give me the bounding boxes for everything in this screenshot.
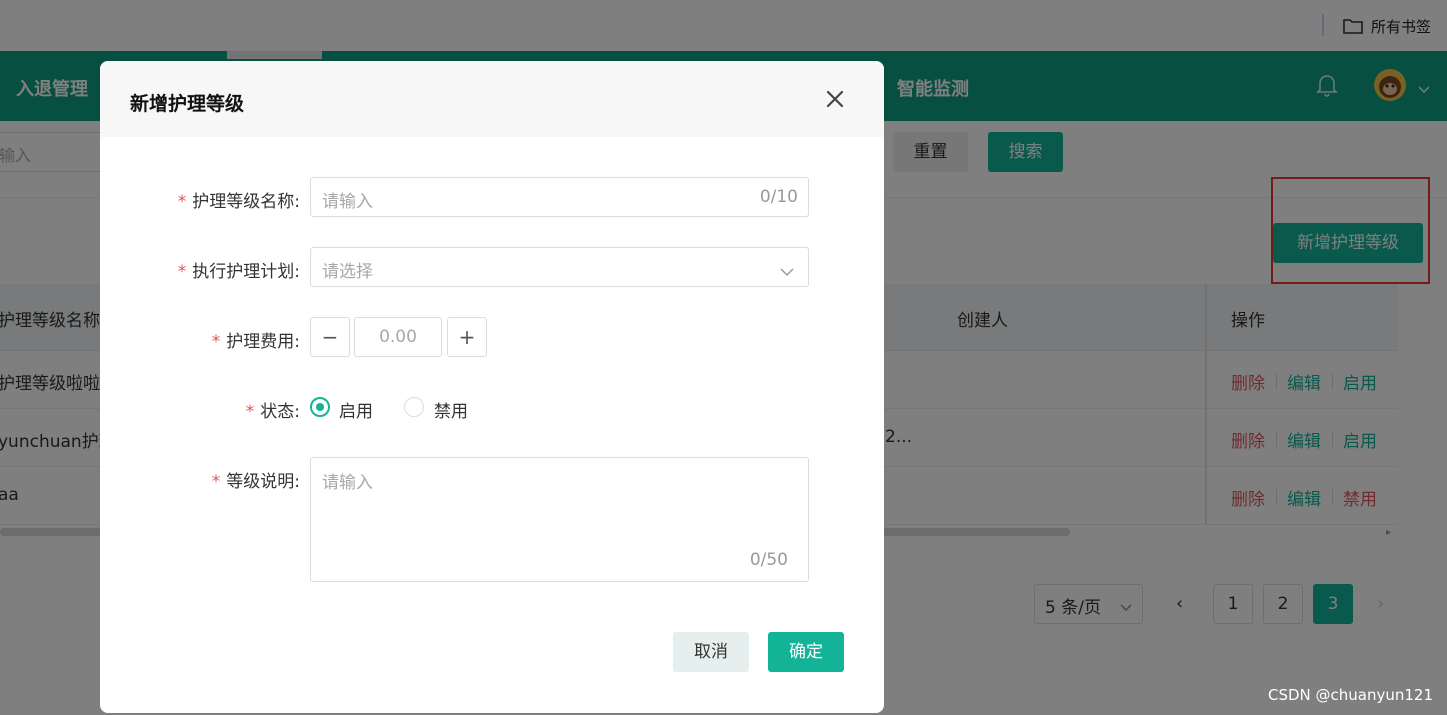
level-description-label: * 等级说明: <box>211 472 300 492</box>
watermark: CSDN @chuanyun121 <box>1268 686 1434 704</box>
level-name-label: * 护理等级名称: <box>177 192 300 212</box>
cancel-button[interactable]: 取消 <box>673 632 749 672</box>
level-name-input[interactable]: 请输入 0/10 <box>310 177 809 217</box>
status-enable-radio[interactable] <box>310 397 330 417</box>
level-description-placeholder: 请输入 <box>322 473 373 493</box>
nursing-plan-placeholder: 请选择 <box>322 262 373 282</box>
status-enable-label[interactable]: 启用 <box>339 397 373 422</box>
fee-input[interactable]: 0.00 <box>354 317 442 357</box>
confirm-button[interactable]: 确定 <box>768 632 844 672</box>
level-name-placeholder: 请输入 <box>322 192 373 212</box>
add-nursing-level-dialog: 新增护理等级 * 护理等级名称: 请输入 0/10 * 执行护理计划: 请选择 * 护… <box>100 61 884 713</box>
status-disable-radio[interactable] <box>404 397 424 417</box>
level-description-counter: 0/50 <box>749 550 788 570</box>
fee-decrement-button[interactable]: − <box>310 317 350 357</box>
nursing-plan-select[interactable]: 请选择 <box>310 247 809 287</box>
status-disable-label[interactable]: 禁用 <box>434 397 468 422</box>
nursing-plan-label: * 执行护理计划: <box>177 262 300 282</box>
close-icon[interactable] <box>824 88 846 110</box>
level-name-counter: 0/10 <box>759 187 798 207</box>
chevron-down-icon <box>780 262 794 282</box>
dialog-header: 新增护理等级 <box>100 61 884 137</box>
dialog-title: 新增护理等级 <box>130 93 245 115</box>
fee-increment-button[interactable]: + <box>447 317 487 357</box>
level-description-textarea[interactable]: 请输入 0/50 <box>310 457 809 582</box>
status-label: * 状态: <box>245 402 300 422</box>
nursing-fee-label: * 护理费用: <box>211 332 300 352</box>
